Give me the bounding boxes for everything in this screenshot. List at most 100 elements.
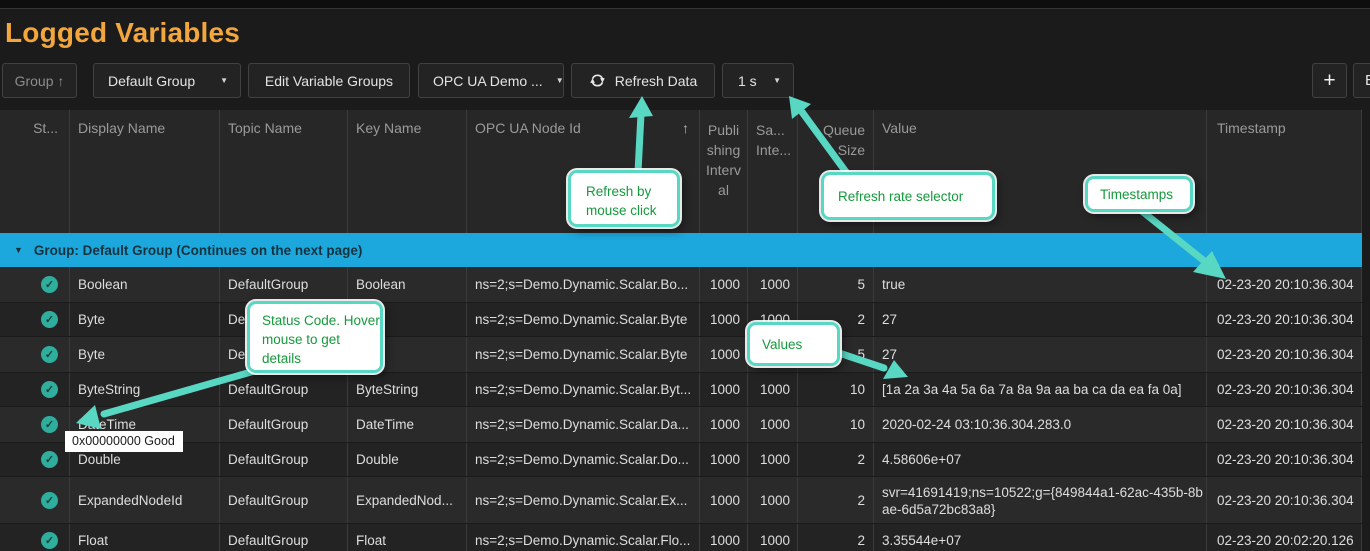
table-row[interactable]: ByteString DefaultGroup ByteString ns=2;…: [0, 372, 1362, 407]
table-row[interactable]: Boolean DefaultGroup Boolean ns=2;s=Demo…: [0, 267, 1362, 302]
status-tooltip: 0x00000000 Good: [65, 431, 183, 452]
cell-timestamp: 02-23-20 20:10:36.304: [1207, 443, 1362, 476]
status-good-icon[interactable]: [41, 346, 58, 363]
status-good-icon[interactable]: [41, 276, 58, 293]
cell-display-name: Float: [70, 524, 220, 551]
cell-node-id: ns=2;s=Demo.Dynamic.Scalar.Byte: [467, 337, 700, 372]
table-row[interactable]: Byte DefaultGroup Byte ns=2;s=Demo.Dynam…: [0, 337, 1362, 372]
table-header-row: St... Display Name Topic Name Key Name O…: [0, 110, 1362, 233]
cell-display-name: Byte: [70, 337, 220, 372]
cell-topic-name: DefaultGroup: [220, 524, 348, 551]
cell-key-name: Double: [348, 443, 467, 476]
cell-timestamp: 02-23-20 20:10:36.304: [1207, 407, 1362, 442]
col-header-timestamp[interactable]: Timestamp: [1207, 110, 1362, 233]
cell-sampling-interval: 1000: [748, 443, 798, 476]
cell-display-name: Boolean: [70, 267, 220, 302]
cell-value: 27: [874, 303, 1207, 336]
connection-select-dropdown[interactable]: OPC UA Demo ... ▼: [418, 63, 564, 98]
cell-publishing-interval: 1000: [700, 303, 748, 336]
refresh-icon: [589, 72, 606, 89]
callout-status-code: Status Code. Hover mouse to get details: [247, 301, 383, 373]
cell-publishing-interval: 1000: [700, 443, 748, 476]
cell-key-name: Boolean: [348, 267, 467, 302]
col-header-node-id-label: OPC UA Node Id: [475, 120, 581, 136]
cell-sampling-interval: 1000: [748, 267, 798, 302]
col-header-status[interactable]: St...: [0, 110, 70, 233]
cell-key-name: DateTime: [348, 407, 467, 442]
cell-display-name: Byte: [70, 303, 220, 336]
cell-value: [1a 2a 3a 4a 5a 6a 7a 8a 9a aa ba ca da …: [874, 373, 1207, 406]
cell-display-name: ExpandedNodeId: [70, 477, 220, 523]
cell-sampling-interval: 1000: [748, 407, 798, 442]
refresh-data-button[interactable]: Refresh Data: [571, 63, 715, 98]
cell-key-name: ExpandedNod...: [348, 477, 467, 523]
cell-display-name: ByteString: [70, 373, 220, 406]
group-select-dropdown[interactable]: Default Group ▼: [93, 63, 241, 98]
cell-value: svr=41691419;ns=10522;g={849844a1-62ac-4…: [874, 477, 1207, 523]
group-sort-chip[interactable]: Group ↑: [2, 63, 77, 98]
cell-topic-name: DefaultGroup: [220, 267, 348, 302]
refresh-rate-dropdown[interactable]: 1 s ▼: [722, 63, 794, 98]
col-header-display-name[interactable]: Display Name: [70, 110, 220, 233]
table-row[interactable]: Double DefaultGroup Double ns=2;s=Demo.D…: [0, 442, 1362, 477]
cell-publishing-interval: 1000: [700, 407, 748, 442]
chevron-down-icon: ▼: [220, 76, 228, 85]
cell-sampling-interval: 1000: [748, 477, 798, 523]
callout-refresh-by-click: Refresh by mouse click: [568, 170, 680, 227]
col-header-topic-name[interactable]: Topic Name: [220, 110, 348, 233]
callout-refresh-rate: Refresh rate selector: [821, 172, 995, 220]
cell-node-id: ns=2;s=Demo.Dynamic.Scalar.Do...: [467, 443, 700, 476]
cell-value: 4.58606e+07: [874, 443, 1207, 476]
cell-publishing-interval: 1000: [700, 337, 748, 372]
cell-value: 27: [874, 337, 1207, 372]
table-row[interactable]: Byte DefaultGroup Byte ns=2;s=Demo.Dynam…: [0, 302, 1362, 337]
callout-timestamps: Timestamps: [1085, 176, 1193, 212]
group-select-value: Default Group: [108, 73, 195, 89]
chevron-down-icon: ▼: [773, 76, 781, 85]
cell-queue-size: 2: [798, 477, 874, 523]
status-good-icon[interactable]: [41, 532, 58, 549]
cell-timestamp: 02-23-20 20:10:36.304: [1207, 477, 1362, 523]
col-header-publishing-interval[interactable]: Publishing Interval: [700, 110, 748, 233]
sort-ascending-icon: ↑: [682, 120, 689, 136]
cell-publishing-interval: 1000: [700, 267, 748, 302]
collapse-caret-icon[interactable]: ▼: [14, 245, 23, 255]
table-row[interactable]: Float DefaultGroup Float ns=2;s=Demo.Dyn…: [0, 523, 1362, 551]
window-top-edge: [0, 0, 1370, 9]
cell-node-id: ns=2;s=Demo.Dynamic.Scalar.Byte: [467, 303, 700, 336]
clipped-edge-button[interactable]: E: [1353, 63, 1370, 98]
cell-queue-size: 10: [798, 373, 874, 406]
add-button[interactable]: +: [1312, 63, 1347, 98]
cell-topic-name: DefaultGroup: [220, 373, 348, 406]
toolbar: Group ↑ Default Group ▼ Edit Variable Gr…: [0, 63, 1370, 99]
connection-value: OPC UA Demo ...: [433, 73, 543, 89]
status-good-icon[interactable]: [41, 492, 58, 509]
group-header-row[interactable]: ▼ Group: Default Group (Continues on the…: [0, 233, 1362, 267]
cell-node-id: ns=2;s=Demo.Dynamic.Scalar.Byt...: [467, 373, 700, 406]
status-good-icon[interactable]: [41, 451, 58, 468]
table-row[interactable]: ExpandedNodeId DefaultGroup ExpandedNod.…: [0, 477, 1362, 523]
cell-value: true: [874, 267, 1207, 302]
cell-topic-name: DefaultGroup: [220, 443, 348, 476]
group-header-label: Group: Default Group (Continues on the n…: [34, 243, 363, 258]
cell-sampling-interval: 1000: [748, 373, 798, 406]
col-header-key-name[interactable]: Key Name: [348, 110, 467, 233]
status-good-icon[interactable]: [41, 311, 58, 328]
cell-timestamp: 02-23-20 20:10:36.304: [1207, 267, 1362, 302]
cell-topic-name: DefaultGroup: [220, 477, 348, 523]
cell-publishing-interval: 1000: [700, 373, 748, 406]
cell-key-name: ByteString: [348, 373, 467, 406]
status-good-icon[interactable]: [41, 416, 58, 433]
col-header-sampling-interval[interactable]: Sa... Inte...: [748, 110, 798, 233]
cell-key-name: Float: [348, 524, 467, 551]
edit-variable-groups-button[interactable]: Edit Variable Groups: [248, 63, 410, 98]
cell-timestamp: 02-23-20 20:10:36.304: [1207, 337, 1362, 372]
table-row[interactable]: DateTime DefaultGroup DateTime ns=2;s=De…: [0, 407, 1362, 442]
cell-sampling-interval: 1000: [748, 524, 798, 551]
cell-node-id: ns=2;s=Demo.Dynamic.Scalar.Bo...: [467, 267, 700, 302]
cell-timestamp: 02-23-20 20:10:36.304: [1207, 373, 1362, 406]
cell-value: 3.35544e+07: [874, 524, 1207, 551]
cell-queue-size: 2: [798, 443, 874, 476]
cell-queue-size: 5: [798, 267, 874, 302]
status-good-icon[interactable]: [41, 381, 58, 398]
